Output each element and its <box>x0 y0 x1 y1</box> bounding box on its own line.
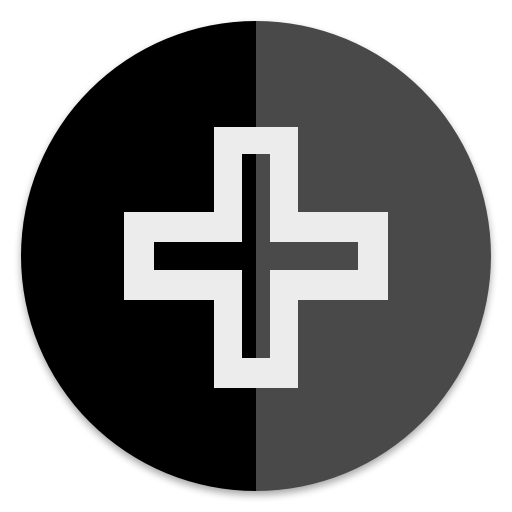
app-icon-stage <box>0 0 512 512</box>
medical-cross-app-icon[interactable] <box>0 0 512 512</box>
